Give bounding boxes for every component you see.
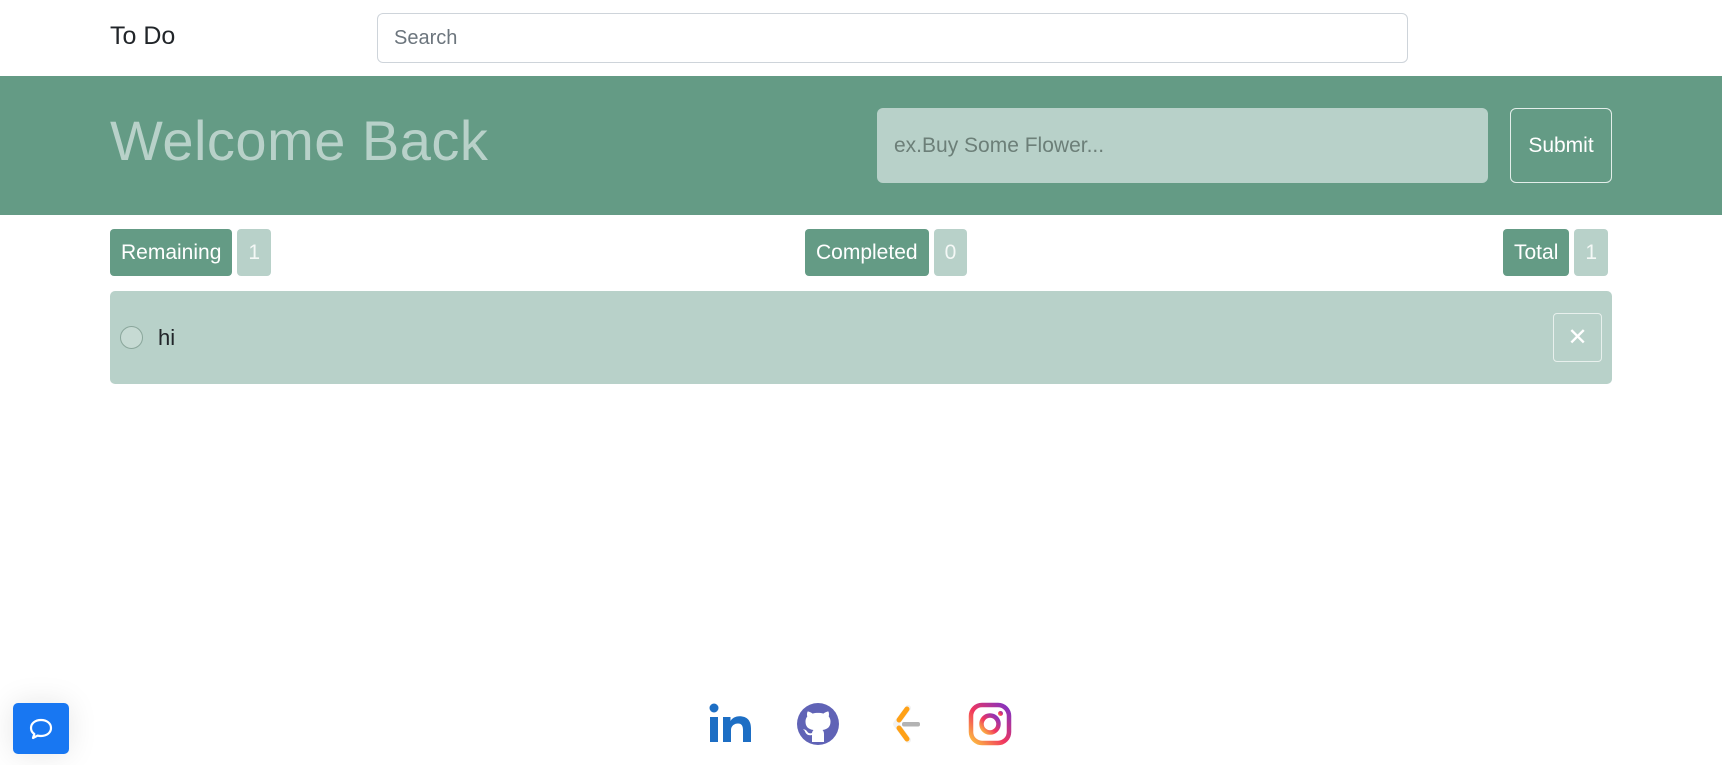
total-label: Total: [1503, 229, 1570, 276]
remaining-count-badge: 1: [237, 229, 272, 276]
remaining-label: Remaining: [110, 229, 233, 276]
sourcegraph-icon[interactable]: [880, 700, 928, 748]
todo-text: hi: [158, 325, 176, 350]
submit-button[interactable]: Submit: [1510, 108, 1612, 183]
todo-complete-checkbox[interactable]: [120, 326, 143, 349]
remaining-stat: Remaining 1: [110, 229, 272, 276]
todo-item: hi ✕: [110, 291, 1612, 384]
github-icon[interactable]: [794, 700, 842, 748]
total-stat: Total 1: [1503, 229, 1609, 276]
social-links: [0, 700, 1722, 750]
instagram-icon[interactable]: [966, 700, 1014, 748]
linkedin-icon[interactable]: [707, 700, 755, 748]
navbar: To Do: [0, 0, 1722, 76]
search-input[interactable]: [377, 13, 1408, 63]
completed-count-badge: 0: [933, 229, 968, 276]
new-task-input[interactable]: [877, 108, 1488, 183]
hero-banner: Welcome Back Submit: [0, 76, 1722, 215]
total-count-badge: 1: [1574, 229, 1609, 276]
completed-label: Completed: [805, 229, 929, 276]
welcome-heading: Welcome Back: [110, 109, 489, 172]
completed-stat: Completed 0: [805, 229, 968, 276]
close-icon: ✕: [1567, 324, 1588, 351]
delete-todo-button[interactable]: ✕: [1553, 313, 1602, 362]
brand-title[interactable]: To Do: [110, 22, 175, 51]
